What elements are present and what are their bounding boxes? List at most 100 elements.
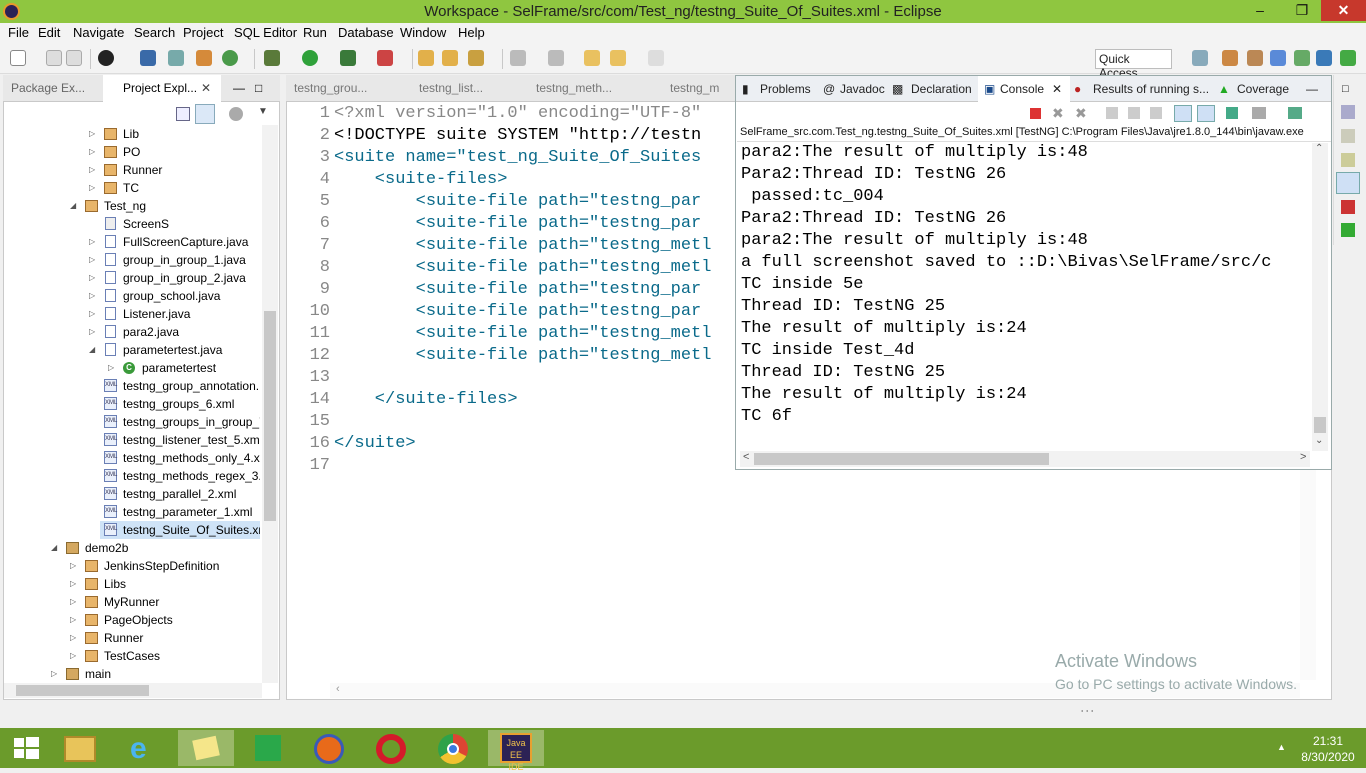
menu-window[interactable]: Window xyxy=(400,25,446,40)
tab-javadoc[interactable]: Javadoc xyxy=(840,82,885,96)
show-on-error-icon[interactable] xyxy=(1197,105,1215,122)
debug-icon[interactable] xyxy=(264,50,280,66)
menu-file[interactable]: File xyxy=(8,25,29,40)
show-on-output-icon[interactable] xyxy=(1174,105,1192,122)
save-all-icon[interactable] xyxy=(66,50,82,66)
chrome-icon[interactable] xyxy=(428,730,478,766)
minimize-panel-icon[interactable]: — xyxy=(1306,82,1318,96)
sticky-notes-icon[interactable] xyxy=(178,730,234,766)
pin-console-icon[interactable] xyxy=(1226,107,1238,119)
code-line[interactable]: <suite-file path="testng_metl xyxy=(334,345,712,367)
code-line[interactable]: <suite-file path="testng_par xyxy=(334,279,702,301)
minimize-panel-icon[interactable]: — xyxy=(233,81,245,95)
code-line[interactable]: <suite-file path="testng_metl xyxy=(334,323,712,345)
tab-declaration[interactable]: Declaration xyxy=(911,82,972,96)
git-perspective-icon[interactable] xyxy=(1222,50,1238,66)
outline-icon[interactable] xyxy=(1341,105,1355,119)
search-tool-icon[interactable] xyxy=(468,50,484,66)
firefox-icon[interactable] xyxy=(304,730,354,766)
maximize-panel-icon[interactable]: □ xyxy=(255,81,262,95)
quick-access-field[interactable]: Quick Access xyxy=(1095,49,1172,80)
java-ee-perspective-icon[interactable] xyxy=(1270,50,1286,66)
minimize-button[interactable]: – xyxy=(1240,0,1280,21)
menu-sql-editor[interactable]: SQL Editor xyxy=(234,25,297,40)
database-perspective-icon[interactable] xyxy=(1247,50,1263,66)
last-edit-icon[interactable] xyxy=(584,50,600,66)
back-icon[interactable] xyxy=(610,50,626,66)
new-java-package-icon[interactable] xyxy=(196,50,212,66)
display-console-icon[interactable] xyxy=(1252,107,1266,119)
code-line[interactable]: <!DOCTYPE suite SYSTEM "http://testn xyxy=(334,125,701,147)
console-view-icon[interactable] xyxy=(1336,172,1360,194)
tree-vertical-scrollbar[interactable] xyxy=(262,125,278,683)
internet-explorer-icon[interactable]: e xyxy=(120,730,170,766)
servers-icon[interactable] xyxy=(1341,223,1355,237)
scroll-lock-icon[interactable] xyxy=(1128,107,1140,119)
word-wrap-icon[interactable] xyxy=(1150,107,1162,119)
tab-editor-3[interactable]: testng_meth... xyxy=(536,81,612,95)
task-list-icon[interactable] xyxy=(1341,129,1355,143)
skip-breakpoints-icon[interactable] xyxy=(168,50,184,66)
focus-icon[interactable] xyxy=(229,107,243,121)
new-icon[interactable] xyxy=(10,50,26,66)
code-line[interactable]: <suite-files> xyxy=(334,169,508,191)
close-button[interactable]: ✕ xyxy=(1321,0,1366,21)
code-line[interactable]: <suite name="test_ng_Suite_Of_Suites xyxy=(334,147,701,169)
code-line[interactable]: </suite> xyxy=(334,433,416,455)
show-hidden-icons-icon[interactable]: ▲ xyxy=(1277,742,1286,752)
open-console-icon[interactable] xyxy=(1288,107,1302,119)
opera-icon[interactable] xyxy=(366,730,416,766)
link-with-editor-icon[interactable] xyxy=(195,104,215,124)
view-menu-icon[interactable]: ▼ xyxy=(258,106,268,117)
file-explorer-icon[interactable] xyxy=(56,730,106,766)
next-annotation-icon[interactable] xyxy=(510,50,526,66)
remove-all-icon[interactable]: ✖ xyxy=(1075,105,1087,122)
tab-editor-4[interactable]: testng_m xyxy=(670,81,719,95)
code-line[interactable]: <suite-file path="testng_par xyxy=(334,213,702,235)
eclipse-taskbar-icon[interactable]: Java EE IDE xyxy=(488,730,544,772)
menu-help[interactable]: Help xyxy=(458,25,485,40)
code-line[interactable]: <suite-file path="testng_metl xyxy=(334,257,712,279)
tab-problems[interactable]: Problems xyxy=(760,82,811,96)
markers-icon[interactable] xyxy=(1341,153,1355,167)
external-tools-icon[interactable] xyxy=(377,50,393,66)
console-view-icon[interactable] xyxy=(140,50,156,66)
menu-search[interactable]: Search xyxy=(134,25,175,40)
code-line[interactable]: <suite-file path="testng_par xyxy=(334,191,702,213)
terminate-icon[interactable] xyxy=(1030,108,1041,119)
tasks-perspective-icon[interactable] xyxy=(1340,50,1356,66)
tree-horizontal-scrollbar[interactable] xyxy=(4,683,262,698)
menu-edit[interactable]: Edit xyxy=(38,25,60,40)
tree-item-selected[interactable]: XML testng_Suite_Of_Suites.xm xyxy=(100,521,260,539)
menu-navigate[interactable]: Navigate xyxy=(73,25,124,40)
editor-vertical-scrollbar[interactable] xyxy=(1300,470,1316,680)
remove-launch-icon[interactable]: ✖ xyxy=(1052,105,1064,122)
menu-project[interactable]: Project xyxy=(183,25,223,40)
tab-coverage[interactable]: Coverage xyxy=(1237,82,1289,96)
restore-button[interactable]: ❐ xyxy=(1282,0,1322,21)
start-button[interactable] xyxy=(2,730,52,766)
code-line[interactable]: <?xml version="1.0" encoding="UTF-8" xyxy=(334,103,701,125)
scroll-thumb[interactable] xyxy=(264,311,276,521)
close-icon[interactable]: ✕ xyxy=(1052,82,1062,96)
user-icon[interactable] xyxy=(98,50,114,66)
menu-run[interactable]: Run xyxy=(303,25,327,40)
open-type-icon[interactable] xyxy=(418,50,434,66)
tab-package-explorer[interactable]: Package Ex... xyxy=(11,81,85,95)
run-icon[interactable] xyxy=(302,50,318,66)
save-icon[interactable] xyxy=(46,50,62,66)
coverage-icon[interactable] xyxy=(340,50,356,66)
code-line[interactable]: <suite-file path="testng_par xyxy=(334,301,702,323)
close-icon[interactable]: ✕ xyxy=(201,81,211,95)
restore-icon[interactable]: □ xyxy=(1342,83,1349,95)
collapse-all-icon[interactable] xyxy=(176,107,190,121)
code-line[interactable]: </suite-files> xyxy=(334,389,518,411)
junit-icon[interactable] xyxy=(1341,200,1355,214)
debug-perspective-icon[interactable] xyxy=(1294,50,1310,66)
prev-annotation-icon[interactable] xyxy=(548,50,564,66)
store-icon[interactable] xyxy=(244,730,294,766)
tab-testng-results[interactable]: Results of running s... xyxy=(1093,82,1209,96)
forward-icon[interactable] xyxy=(648,50,664,66)
menu-database[interactable]: Database xyxy=(338,25,394,40)
tab-editor-2[interactable]: testng_list... xyxy=(419,81,483,95)
